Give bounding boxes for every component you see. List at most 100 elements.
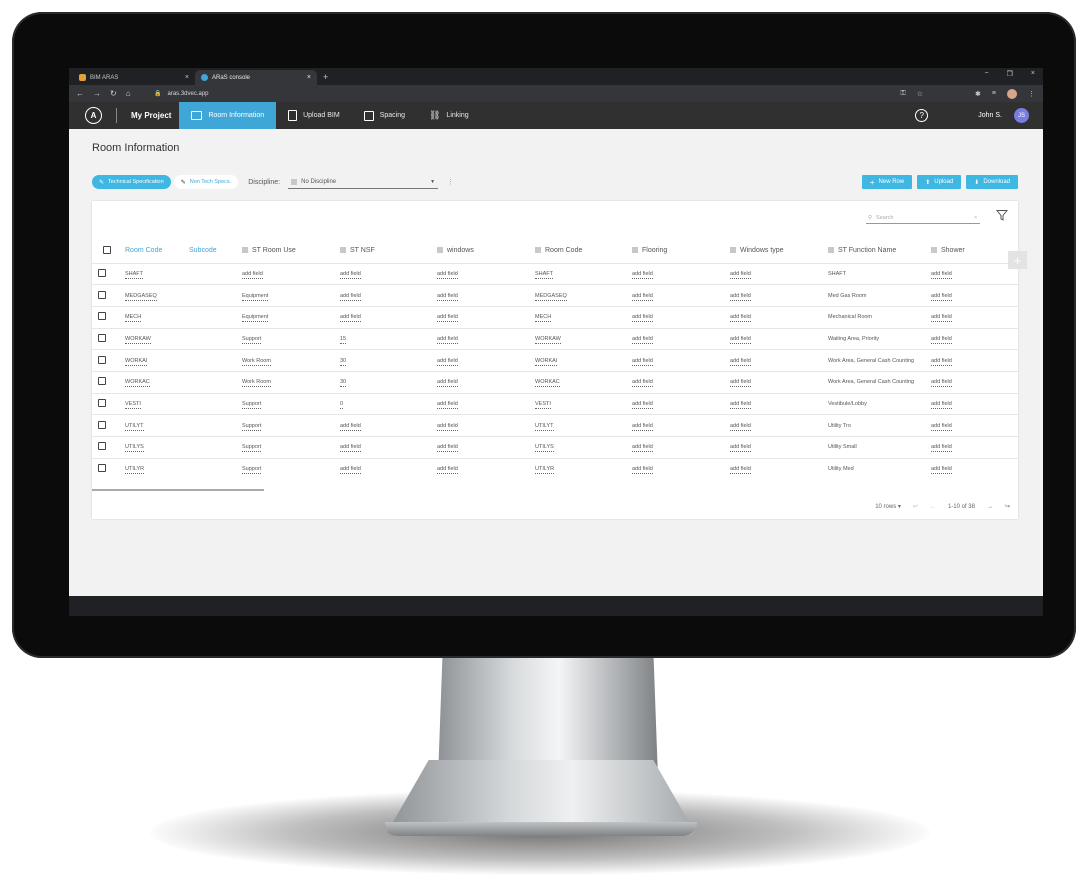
help-icon[interactable]: ?	[915, 109, 929, 122]
last-page-icon[interactable]: ↪	[1005, 503, 1010, 510]
home-icon[interactable]: ⌂	[126, 89, 131, 98]
table-cell[interactable]: add field	[931, 284, 1018, 307]
table-cell[interactable]: add field	[632, 414, 730, 437]
nav-tab-room-information[interactable]: Room Information	[179, 102, 277, 129]
table-cell[interactable]: 30	[340, 370, 437, 394]
table-row[interactable]: SHAFT add field add field add field SHAFT add…	[92, 262, 1018, 285]
table-cell[interactable]	[189, 436, 242, 459]
table-row[interactable]: VESTI Support 0 add field VESTI add field add …	[92, 392, 1018, 415]
new-tab-button[interactable]: +	[323, 70, 328, 85]
table-cell[interactable]: SHAFT	[535, 262, 632, 285]
table-cell[interactable]: add field	[632, 349, 730, 372]
key-icon[interactable]: ⚿	[900, 90, 905, 98]
table-cell[interactable]	[189, 370, 242, 394]
table-cell[interactable]: add field	[632, 370, 730, 394]
table-row[interactable]: WORKAW Support 15 add field WORKAW add field a…	[92, 327, 1018, 350]
table-cell[interactable]: MECH	[535, 305, 632, 329]
table-cell[interactable]: add field	[632, 436, 730, 459]
table-cell[interactable]: Equipment	[242, 305, 340, 329]
column-header[interactable]: Shower	[931, 239, 1018, 263]
next-page-icon[interactable]: →	[987, 504, 993, 510]
column-header[interactable]: Windows type	[730, 239, 828, 263]
table-cell[interactable]: Utility Small	[828, 436, 931, 459]
table-cell[interactable]: Support	[242, 436, 340, 459]
minimize-button[interactable]: −	[985, 70, 989, 78]
first-page-icon[interactable]: ↩	[913, 503, 918, 510]
table-cell[interactable]: UTILYT	[125, 414, 189, 437]
restore-button[interactable]: ❐	[1007, 70, 1013, 78]
table-cell[interactable]: VESTI	[535, 392, 632, 415]
table-cell[interactable]: MEDGASEQ	[535, 284, 632, 307]
table-cell[interactable]: Work Area, General Cash Counting	[828, 370, 931, 394]
table-cell[interactable]: add field	[931, 370, 1018, 394]
row-checkbox[interactable]	[98, 398, 106, 407]
discipline-select[interactable]: No Discipline ▼	[288, 176, 439, 189]
table-cell[interactable]: UTILYS	[535, 436, 632, 459]
table-cell[interactable]: Support	[242, 414, 340, 437]
table-cell[interactable]: add field	[931, 349, 1018, 372]
new-row-button[interactable]: + New Row	[861, 175, 913, 189]
table-cell[interactable]: SHAFT	[125, 262, 189, 285]
table-cell[interactable]: add field	[632, 457, 730, 480]
column-header[interactable]: ST Room Use	[242, 239, 340, 263]
column-header[interactable]: ST NSF	[340, 239, 437, 263]
reload-icon[interactable]: ↻	[110, 89, 117, 98]
table-cell[interactable]	[189, 305, 242, 329]
table-row[interactable]: WORKAC Work Room 30 add field WORKAC add fiel…	[92, 370, 1018, 394]
user-name[interactable]: John S.	[978, 112, 1002, 119]
table-cell[interactable]: WORKAC	[125, 370, 189, 394]
table-cell[interactable]: add field	[931, 392, 1018, 415]
close-window-button[interactable]: ×	[1031, 70, 1035, 78]
table-cell[interactable]: 0	[340, 392, 437, 415]
table-cell[interactable]: add field	[931, 327, 1018, 350]
table-cell[interactable]: add field	[730, 262, 828, 285]
search-input[interactable]: ⚲ Search ×	[866, 212, 980, 224]
table-cell[interactable]: add field	[632, 392, 730, 415]
aras-logo-icon[interactable]: A	[85, 107, 102, 124]
table-cell[interactable]: add field	[730, 284, 828, 307]
table-cell[interactable]: add field	[340, 305, 437, 329]
table-cell[interactable]: Utility Tro	[828, 414, 931, 437]
forward-icon[interactable]: →	[93, 89, 101, 98]
browser-tab[interactable]: BIM ARAS ×	[73, 70, 195, 85]
upload-button[interactable]: ⬆ Upload	[917, 175, 962, 189]
column-header[interactable]: Room Code	[535, 239, 632, 263]
table-cell[interactable]: SHAFT	[828, 262, 931, 285]
column-header[interactable]: windows	[437, 239, 535, 263]
search-clear-icon[interactable]: ×	[974, 215, 977, 221]
table-cell[interactable]: Work Room	[242, 370, 340, 394]
row-checkbox[interactable]	[98, 464, 106, 473]
chip-technical-specification[interactable]: ✎ Technical Specification	[92, 175, 171, 189]
table-cell[interactable]: Support	[242, 457, 340, 480]
table-cell[interactable]: add field	[931, 262, 1018, 285]
close-tab-icon[interactable]: ×	[185, 74, 189, 81]
more-options-icon[interactable]: ⋮	[447, 178, 454, 186]
table-cell[interactable]	[189, 392, 242, 415]
table-row[interactable]: MEDGASEQ Equipment add field add field MEDGA…	[92, 284, 1018, 307]
table-cell[interactable]: add field	[437, 305, 535, 329]
browser-tab-active[interactable]: ARaS console ×	[195, 70, 317, 85]
table-row[interactable]: MECH Equipment add field add field MECH add f…	[92, 305, 1018, 329]
table-cell[interactable]: add field	[632, 284, 730, 307]
table-cell[interactable]: Waiting Area, Priority	[828, 327, 931, 350]
table-cell[interactable]: add field	[340, 262, 437, 285]
table-cell[interactable]: MEDGASEQ	[125, 284, 189, 307]
row-checkbox[interactable]	[98, 442, 106, 451]
table-cell[interactable]: 15	[340, 327, 437, 350]
column-header[interactable]: Subcode	[189, 239, 242, 263]
table-cell[interactable]: add field	[437, 349, 535, 372]
nav-tab-upload-bim[interactable]: Upload BIM	[276, 102, 352, 129]
table-cell[interactable]: MECH	[125, 305, 189, 329]
table-cell[interactable]: Equipment	[242, 284, 340, 307]
chip-non-tech-specs[interactable]: ✎ Non Tech Specs.	[173, 175, 239, 189]
table-cell[interactable]: add field	[730, 349, 828, 372]
filter-icon[interactable]	[995, 209, 1009, 221]
table-cell[interactable]: add field	[437, 284, 535, 307]
table-cell[interactable]: add field	[730, 457, 828, 480]
table-row[interactable]: UTILYR Support add field add field UTILYR add…	[92, 457, 1018, 480]
table-cell[interactable]: add field	[340, 414, 437, 437]
column-header[interactable]: Flooring	[632, 239, 730, 263]
table-cell[interactable]: add field	[437, 414, 535, 437]
table-cell[interactable]: add field	[437, 457, 535, 480]
table-cell[interactable]: UTILYR	[535, 457, 632, 480]
